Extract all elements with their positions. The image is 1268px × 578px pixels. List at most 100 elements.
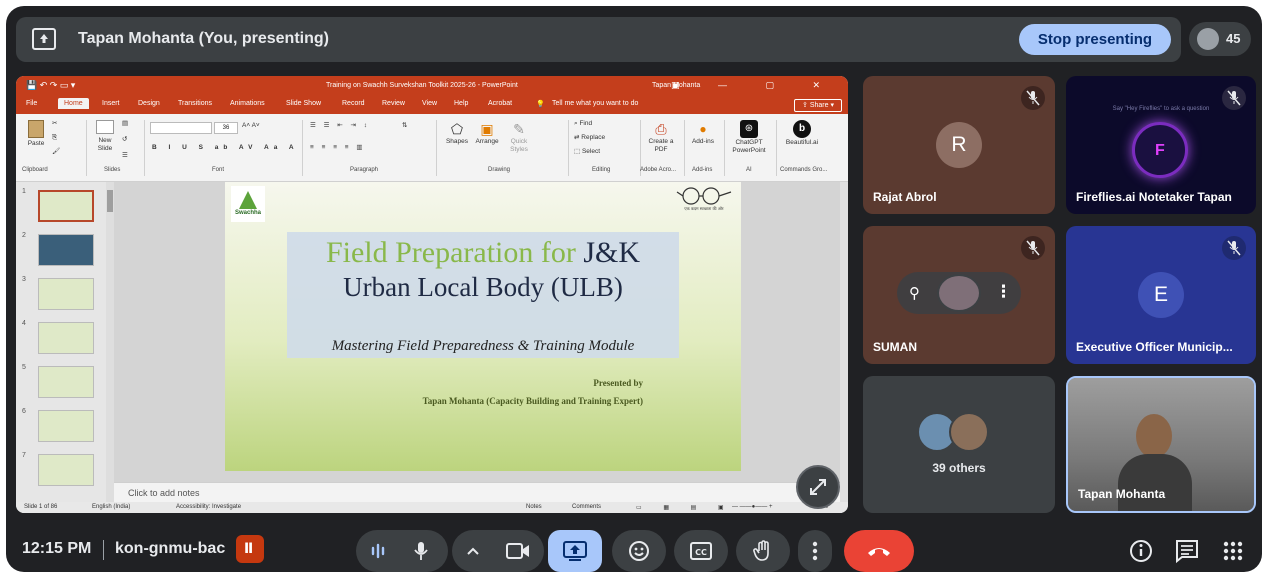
view-buttons[interactable]: ▭ ▦ ▤ ▣ — [636, 504, 734, 511]
slide-thumbnail[interactable] — [38, 410, 94, 442]
participants-button[interactable]: 45 — [1189, 22, 1251, 56]
thumb-number: 6 — [22, 408, 26, 415]
format-painter-icon[interactable]: 🖌 — [52, 148, 60, 156]
language-indicator[interactable]: English (India) — [92, 504, 130, 510]
ppt-tab-view[interactable]: View — [422, 100, 437, 107]
slide-thumbnail[interactable] — [38, 234, 94, 266]
participant-tile-fireflies[interactable]: Say "Hey Fireflies" to ask a question F … — [1066, 76, 1256, 214]
ppt-tab-insert[interactable]: Insert — [102, 100, 120, 107]
slide-vertical-scrollbar[interactable] — [840, 182, 848, 502]
camera-icon[interactable] — [506, 542, 530, 560]
tile-hover-controls: ⚲ ⋮ — [897, 272, 1021, 314]
cut-icon[interactable]: ✂ — [52, 120, 57, 128]
add-ins-button[interactable]: ● Add-ins — [688, 120, 718, 146]
layout-icon[interactable]: ▤ — [122, 120, 128, 128]
stop-presenting-button[interactable]: Stop presenting — [1019, 24, 1171, 55]
captions-button[interactable]: CC — [674, 530, 728, 572]
present-screen-button[interactable] — [548, 530, 602, 572]
share-button[interactable]: ⇪ Share ▾ — [794, 99, 842, 112]
slide-thumbnail[interactable] — [38, 366, 94, 398]
quick-access-toolbar[interactable]: 💾 ↶ ↷ ▭ ▾ — [26, 80, 75, 91]
copy-icon[interactable]: ⎘ — [52, 134, 57, 142]
participant-tile-self[interactable]: Tapan Mohanta — [1066, 376, 1256, 513]
font-name-box[interactable] — [150, 122, 212, 134]
ppt-tab-design[interactable]: Design — [138, 100, 160, 107]
logo-text: Swachha — [235, 210, 262, 216]
chatgpt-button[interactable]: ⊛ ChatGPT PowerPoint — [728, 120, 770, 155]
pin-icon[interactable]: ⚲ — [909, 284, 920, 302]
notes-pane[interactable]: Click to add notes — [114, 482, 840, 502]
replace-button[interactable]: ⇄ Replace — [574, 134, 605, 142]
activities-button[interactable] — [1220, 538, 1246, 564]
slide-thumbnail[interactable] — [38, 278, 94, 310]
group-label-drawing: Drawing — [488, 167, 511, 173]
accessibility-status[interactable]: Accessibility: Investigate — [176, 504, 241, 510]
new-slide-icon — [96, 120, 114, 134]
ppt-tab-file[interactable]: File — [26, 100, 37, 107]
ppt-tab-review[interactable]: Review — [382, 100, 405, 107]
participant-tile-rajat[interactable]: R Rajat Abrol — [863, 76, 1055, 214]
bottom-divider — [103, 540, 104, 560]
paste-button[interactable]: Paste — [24, 120, 48, 148]
tell-me-box[interactable]: Tell me what you want to do — [552, 100, 638, 107]
reset-icon[interactable]: ↺ — [122, 136, 127, 144]
participant-tile-suman[interactable]: ⚲ ⋮ SUMAN — [863, 226, 1055, 364]
arrange-button[interactable]: ▣ Arrange — [472, 120, 502, 146]
reactions-button[interactable] — [612, 530, 666, 572]
presenting-banner: Tapan Mohanta (You, presenting) Stop pre… — [16, 17, 1181, 62]
chevron-up-icon[interactable] — [466, 545, 480, 557]
section-icon[interactable]: ☰ — [122, 152, 128, 160]
shapes-button[interactable]: ⬠ Shapes — [442, 120, 472, 146]
group-label-font: Font — [212, 167, 225, 173]
slide-subtitle: Mastering Field Preparedness & Training … — [331, 338, 635, 354]
ppt-tab-help[interactable]: Help — [454, 100, 468, 107]
group-label-add-ins: Add-ins — [692, 167, 713, 173]
ppt-tab-transitions[interactable]: Transitions — [178, 100, 212, 107]
participant-tile-executive-officer[interactable]: E Executive Officer Municip... — [1066, 226, 1256, 364]
hand-icon — [753, 540, 769, 561]
quick-styles-button[interactable]: ✎ Quick Styles — [504, 120, 534, 154]
thumbnails-scrollbar[interactable] — [106, 182, 114, 502]
thumb-number: 4 — [22, 320, 26, 327]
participant-tile-others[interactable]: 39 others — [863, 376, 1055, 513]
slide-title-jk: J&K — [583, 236, 641, 269]
current-slide[interactable]: Swachha एक कदम स्वच्छता की ओर Field Prep… — [225, 182, 741, 471]
raise-hand-button[interactable] — [736, 530, 790, 572]
leave-call-button[interactable] — [844, 530, 914, 572]
font-format-buttons[interactable]: B I U S ab AV Aa A — [152, 144, 299, 152]
ppt-tab-home[interactable]: Home — [58, 98, 89, 109]
ppt-tab-record[interactable]: Record — [342, 100, 365, 107]
slide-thumbnail[interactable] — [38, 454, 94, 486]
comments-toggle[interactable]: Comments — [572, 504, 601, 510]
create-pdf-button[interactable]: ⎙ Create a PDF — [644, 120, 678, 154]
ppt-tab-acrobat[interactable]: Acrobat — [488, 100, 512, 107]
more-options-button[interactable] — [798, 530, 832, 572]
audio-levels-icon[interactable] — [370, 543, 386, 559]
ppt-tab-slideshow[interactable]: Slide Show — [286, 100, 321, 107]
zoom-slider[interactable]: — ——●—— + — [732, 504, 772, 510]
window-controls[interactable]: ▣ — ▢ ✕ — [671, 80, 838, 91]
slide-thumbnail[interactable] — [38, 322, 94, 354]
list-buttons[interactable]: ☰ ☰ ⇤ ⇥ ↕ — [310, 122, 370, 130]
meeting-details-button[interactable] — [1128, 538, 1154, 564]
ppt-tab-animations[interactable]: Animations — [230, 100, 265, 107]
beautiful-ai-button[interactable]: b Beautiful.ai — [780, 120, 824, 147]
find-button[interactable]: ⌕ Find — [574, 120, 592, 128]
expand-presentation-button[interactable] — [796, 465, 840, 509]
video-control-group — [452, 530, 544, 572]
host-controls-icon[interactable]: Ⅱ — [236, 535, 264, 563]
scrollbar-thumb[interactable] — [107, 190, 113, 212]
new-slide-button[interactable]: New Slide — [92, 120, 118, 153]
slide-thumbnail[interactable] — [38, 190, 94, 222]
select-button[interactable]: ⬚ Select — [574, 148, 600, 156]
glasses-caption: एक कदम स्वच्छता की ओर — [684, 206, 724, 211]
text-direction-icon[interactable]: ⇅ — [402, 122, 407, 130]
font-size-box[interactable]: 36 — [214, 122, 238, 134]
chat-button[interactable] — [1174, 538, 1200, 564]
more-options-icon[interactable]: ⋮ — [995, 282, 1012, 302]
microphone-icon[interactable] — [412, 541, 430, 561]
thumb-number: 7 — [22, 452, 26, 459]
align-buttons[interactable]: ≡ ≡ ≡ ≡ ▥ — [310, 144, 366, 152]
font-grow-icon[interactable]: A˄ A˅ — [242, 122, 260, 130]
notes-toggle[interactable]: Notes — [526, 504, 542, 510]
